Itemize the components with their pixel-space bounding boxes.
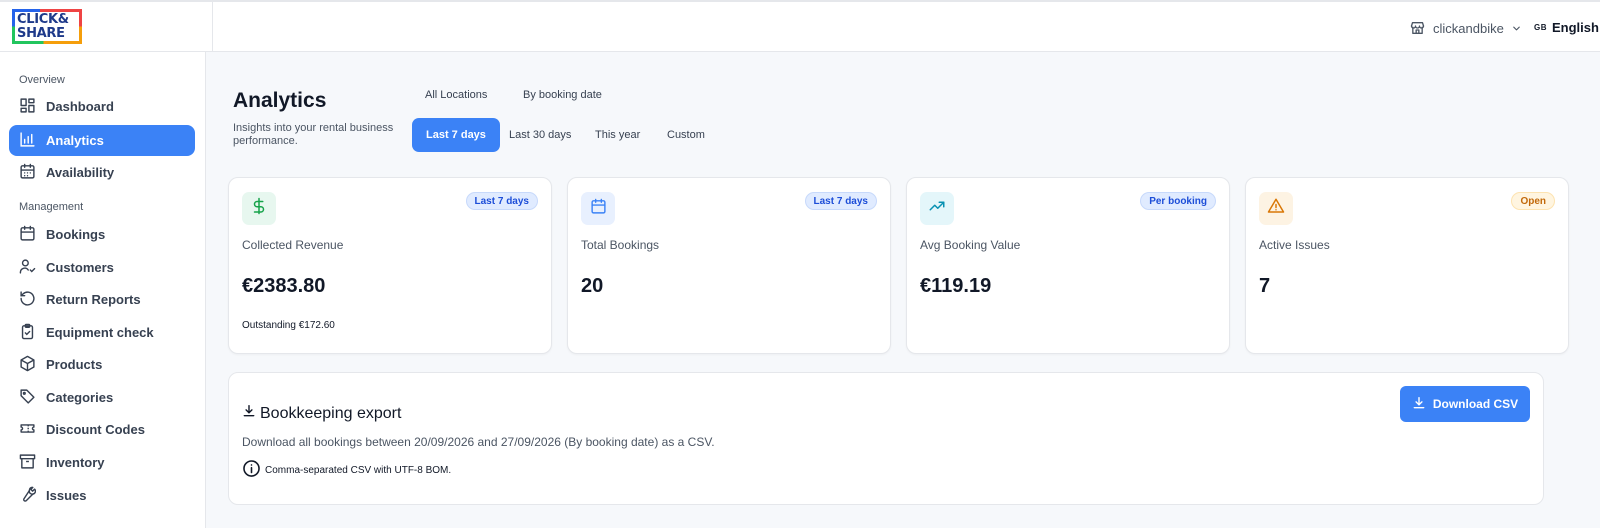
stat-label: Active Issues: [1259, 238, 1330, 252]
sidebar-item-label: Customers: [46, 260, 114, 275]
sidebar-item-label: Issues: [46, 488, 87, 503]
sidebar-item-label: Inventory: [46, 455, 105, 470]
download-icon: [242, 404, 256, 423]
sidebar-item-analytics[interactable]: Analytics: [9, 125, 195, 156]
sidebar-item-categories[interactable]: Categories: [9, 382, 195, 413]
sidebar-item-issues[interactable]: Issues: [9, 480, 195, 511]
sidebar-item-dashboard[interactable]: Dashboard: [9, 91, 195, 122]
store-icon: [1409, 20, 1426, 36]
sidebar-item-inventory[interactable]: Inventory: [9, 447, 195, 478]
calendar-grid-icon: [19, 163, 36, 183]
range-tab-custom[interactable]: Custom: [653, 118, 719, 152]
stat-card-collected-revenue: Last 7 days Collected Revenue €2383.80 O…: [228, 177, 552, 354]
sidebar-item-return-reports[interactable]: Return Reports: [9, 284, 195, 315]
sidebar-item-label: Bookings: [46, 227, 106, 242]
logo-text-line-1: CLICK&: [17, 12, 69, 27]
sidebar-item-bookings[interactable]: Bookings: [9, 219, 195, 250]
wrench-icon: [19, 486, 37, 506]
info-icon: [242, 459, 261, 481]
store-selector[interactable]: clickandbike: [1409, 18, 1522, 38]
range-tab-last-7-days[interactable]: Last 7 days: [412, 118, 500, 152]
warning-icon: [1267, 197, 1285, 220]
sidebar-section-management: Management: [19, 201, 84, 213]
stat-card-active-issues: Open Active Issues 7: [1245, 177, 1569, 354]
date-basis-filter[interactable]: By booking date: [523, 89, 602, 101]
icon-tile: [1259, 192, 1293, 225]
download-icon: [1412, 396, 1426, 413]
sidebar-item-products[interactable]: Products: [9, 349, 195, 380]
location-filter[interactable]: All Locations: [425, 89, 487, 101]
stat-value: 7: [1259, 275, 1271, 297]
language-label: English: [1552, 20, 1599, 35]
page-subtitle: Insights into your rental business perfo…: [233, 122, 394, 147]
stat-value: €119.19: [920, 275, 992, 297]
package-icon: [19, 355, 36, 375]
sidebar-item-label: Categories: [46, 390, 114, 405]
sidebar-item-label: Analytics: [46, 133, 104, 148]
range-tab-this-year[interactable]: This year: [581, 118, 654, 152]
status-badge: Open: [1511, 192, 1555, 210]
stat-card-total-bookings: Last 7 days Total Bookings 20: [567, 177, 891, 354]
sidebar-item-equipment-check[interactable]: Equipment check: [9, 317, 195, 348]
page-title: Analytics: [233, 89, 327, 112]
archive-icon: [19, 453, 36, 473]
store-name: clickandbike: [1433, 20, 1504, 36]
stat-label: Avg Booking Value: [920, 238, 1021, 252]
sidebar-item-discount-codes[interactable]: Discount Codes: [9, 414, 195, 445]
sidebar-item-label: Products: [46, 357, 103, 372]
trending-up-icon: [928, 197, 946, 220]
bar-chart-icon: [19, 131, 36, 151]
logo-text-line-2: SHARE: [17, 26, 65, 41]
sidebar-item-customers[interactable]: Customers: [9, 252, 195, 283]
calendar-icon: [19, 225, 36, 245]
top-bar: CLICK& SHARE clickandbike GB English: [0, 0, 1600, 52]
brand-logo[interactable]: CLICK& SHARE: [12, 9, 82, 44]
export-title: Bookkeeping export: [242, 404, 401, 423]
dollar-icon: [250, 197, 268, 220]
export-note: Comma-separated CSV with UTF-8 BOM.: [242, 459, 451, 481]
chevron-down-icon: [1511, 23, 1522, 34]
period-badge: Last 7 days: [804, 192, 877, 210]
clipboard-check-icon: [19, 323, 36, 343]
download-csv-label: Download CSV: [1432, 397, 1519, 411]
period-badge: Per booking: [1140, 192, 1216, 210]
sidebar-section-overview: Overview: [19, 74, 65, 86]
calendar-icon: [590, 198, 607, 220]
stat-value: 20: [581, 275, 604, 297]
logo-area: CLICK& SHARE: [0, 2, 213, 52]
stat-label: Collected Revenue: [242, 238, 344, 252]
sidebar-item-label: Return Reports: [46, 292, 141, 307]
sidebar-item-label: Equipment check: [46, 325, 154, 340]
period-badge: Last 7 days: [465, 192, 538, 210]
flag-icon: GB: [1534, 23, 1547, 32]
sidebar-item-availability[interactable]: Availability: [9, 157, 195, 188]
main-content: Analytics Insights into your rental busi…: [206, 52, 1600, 528]
export-note-text: Comma-separated CSV with UTF-8 BOM.: [265, 464, 452, 476]
stat-value: €2383.80: [242, 275, 326, 297]
dashboard-grid-icon: [19, 97, 36, 117]
language-selector[interactable]: GB English: [1534, 20, 1599, 35]
icon-tile: [581, 192, 615, 225]
icon-tile: [920, 192, 954, 225]
download-csv-button[interactable]: Download CSV: [1400, 386, 1530, 422]
sidebar-item-label: Availability: [46, 165, 115, 180]
icon-tile: [242, 192, 276, 225]
outstanding-amount: Outstanding €172.60: [242, 320, 335, 331]
sidebar: Overview Dashboard Analytics Availabilit…: [0, 52, 206, 528]
stat-label: Total Bookings: [581, 238, 660, 252]
rotate-icon: [19, 290, 36, 310]
range-tab-last-30-days[interactable]: Last 30 days: [495, 118, 585, 152]
stat-card-avg-booking-value: Per booking Avg Booking Value €119.19: [906, 177, 1230, 354]
export-description: Download all bookings between 20/09/2026…: [242, 435, 715, 449]
user-check-icon: [19, 258, 36, 278]
export-title-text: Bookkeeping export: [260, 404, 402, 422]
tag-icon: [19, 388, 36, 408]
bookkeeping-export-panel: Bookkeeping export Download all bookings…: [228, 372, 1544, 505]
sidebar-item-label: Dashboard: [46, 99, 114, 114]
sidebar-item-label: Discount Codes: [46, 422, 145, 437]
ticket-icon: [19, 420, 36, 440]
